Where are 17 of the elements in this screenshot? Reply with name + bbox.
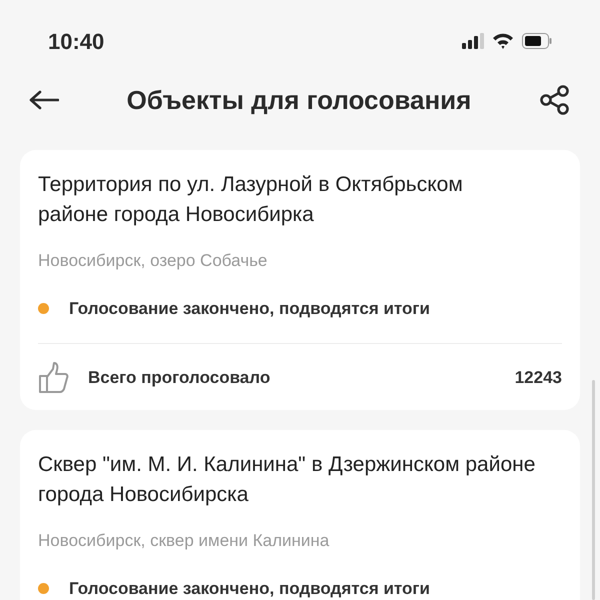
object-title: Сквер "им. М. И. Калинина" в Дзержинском районе города Новосибирска xyxy=(38,452,536,508)
status-time: 10:40 xyxy=(48,28,104,56)
status-text: Голосование закончено, подводятся итоги xyxy=(69,578,430,600)
object-location: Новосибирск, озеро Собачье xyxy=(38,250,268,272)
object-card[interactable]: Территория по ул. Лазурной в Октябрьском районе города Новосибирка Новосибирск, озеро Собачье Голосование закончено, подводятся итоги Всего проголосовало 12243 xyxy=(20,150,580,410)
share-button[interactable] xyxy=(538,83,572,117)
thumbs-up-icon xyxy=(38,362,70,394)
wifi-icon xyxy=(492,33,514,49)
votes-count: 12243 xyxy=(514,367,562,390)
status-text: Голосование закончено, подводятся итоги xyxy=(69,298,430,320)
object-card[interactable]: Сквер "им. М. И. Калинина" в Дзержинском районе города Новосибирска Новосибирск, сквер имени Калинина Голосование закончено, подводятся итоги xyxy=(20,430,580,600)
votes-label: Всего проголосовало xyxy=(88,367,270,390)
battery-icon xyxy=(522,33,552,49)
page-title: Объекты для голосования xyxy=(126,84,472,116)
object-title: Территория по ул. Лазурной в Октябрьском районе города Новосибирка xyxy=(38,172,464,228)
object-location: Новосибирск, сквер имени Калинина xyxy=(38,530,330,552)
signal-icon xyxy=(462,33,484,49)
